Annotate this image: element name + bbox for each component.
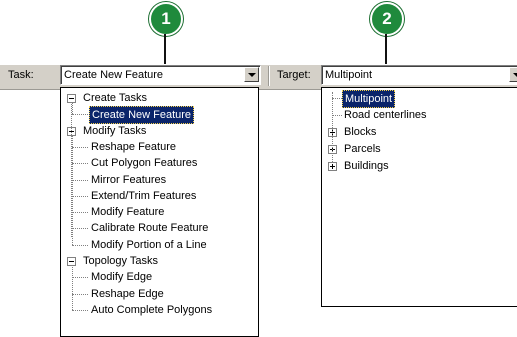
tree-connector <box>72 134 73 245</box>
tree-connector <box>72 163 88 165</box>
tree-connector <box>72 265 73 310</box>
task-item[interactable]: Mirror Features <box>91 172 166 188</box>
callout-1: 1 <box>149 2 183 36</box>
target-item[interactable]: Buildings <box>344 158 389 174</box>
task-item[interactable]: Modify Edge <box>91 269 152 285</box>
tree-connector <box>332 92 333 162</box>
task-item[interactable]: Modify Feature <box>91 204 164 220</box>
task-label: Task: <box>8 69 34 81</box>
tree-connector <box>332 115 342 116</box>
expand-plus-box-icon[interactable] <box>328 162 337 171</box>
target-dropdown-chevron-down-icon[interactable] <box>509 67 517 82</box>
tree-connector <box>72 212 88 214</box>
task-group-label[interactable]: Create Tasks <box>83 90 147 106</box>
task-combobox-value: Create New Feature <box>64 69 164 81</box>
target-combobox[interactable]: Multipoint <box>321 65 517 85</box>
tree-connector <box>72 195 88 197</box>
task-group-label[interactable]: Topology Tasks <box>83 253 158 269</box>
tree-connector <box>72 277 88 279</box>
task-item[interactable]: Modify Portion of a Line <box>91 237 207 253</box>
task-dropdown-chevron-down-icon[interactable] <box>244 67 259 82</box>
target-item[interactable]: Road centerlines <box>344 107 427 123</box>
target-item[interactable]: Blocks <box>344 124 376 140</box>
target-label: Target: <box>277 69 311 81</box>
target-combobox-value: Multipoint <box>325 69 373 81</box>
target-dropdown-list: Multipoint Road centerlines Blocks Parcels B… <box>321 87 517 307</box>
task-item[interactable]: Reshape Feature <box>91 139 176 155</box>
task-item-selected[interactable]: Create New Feature <box>89 106 195 125</box>
task-group-label[interactable]: Modify Tasks <box>83 123 146 139</box>
task-item[interactable]: Extend/Trim Features <box>91 188 196 204</box>
tree-connector <box>72 179 88 181</box>
tree-connector <box>72 228 88 230</box>
tree-connector <box>72 114 88 116</box>
task-item[interactable]: Reshape Edge <box>91 286 164 302</box>
tree-connector <box>72 244 88 246</box>
callout-2: 2 <box>370 2 404 36</box>
task-dropdown-list: Create Tasks Create New Feature Modify Tas… <box>60 87 259 337</box>
task-item[interactable]: Cut Polygon Features <box>91 155 197 171</box>
task-item[interactable]: Calibrate Route Feature <box>91 220 208 236</box>
tree-connector <box>332 98 342 99</box>
toolbar-separator <box>268 66 270 86</box>
tree-connector <box>72 293 88 295</box>
task-combobox[interactable]: Create New Feature <box>60 65 261 85</box>
tree-connector <box>72 102 73 115</box>
tree-connector <box>71 102 72 237</box>
target-item[interactable]: Parcels <box>344 141 381 157</box>
tree-connector <box>72 146 88 148</box>
tree-connector <box>72 309 88 311</box>
task-item[interactable]: Auto Complete Polygons <box>91 302 212 318</box>
target-item-selected[interactable]: Multipoint <box>342 90 396 108</box>
